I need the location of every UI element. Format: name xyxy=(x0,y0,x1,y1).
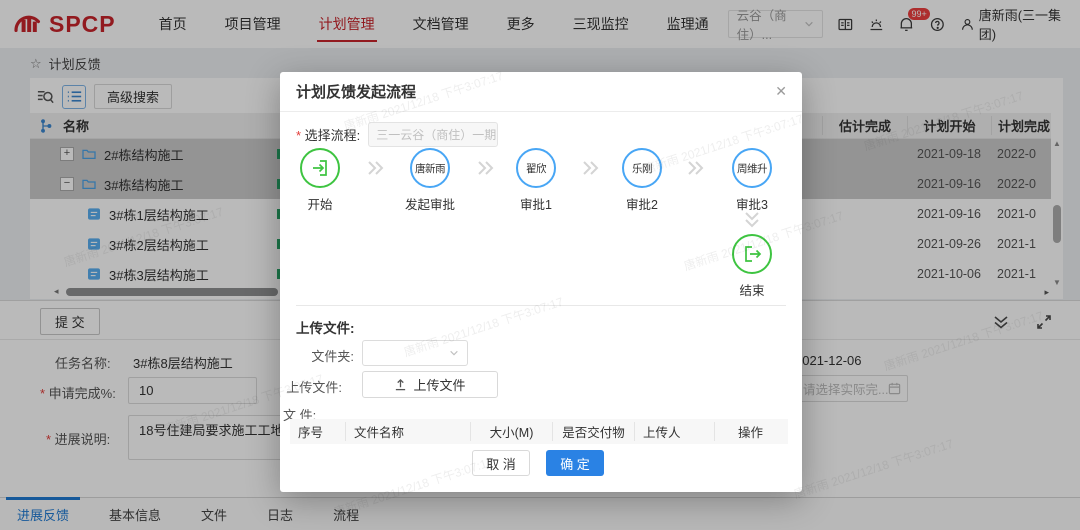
approver-name: 周维升 xyxy=(737,161,767,176)
upload-file-button[interactable]: 上传文件 xyxy=(362,371,498,398)
close-icon[interactable]: ✕ xyxy=(775,83,787,100)
step-label-start: 开始 xyxy=(290,194,350,213)
flow-approver-node[interactable]: 乐刚 xyxy=(622,148,662,188)
step-label-approve2: 审批2 xyxy=(612,194,672,213)
modal-header: 计划反馈发起流程 xyxy=(280,72,802,112)
file-col-actions: 操作 xyxy=(714,422,786,441)
modal-title: 计划反馈发起流程 xyxy=(296,81,416,102)
flow-end-node xyxy=(732,234,772,274)
step-label-initiate: 发起审批 xyxy=(400,194,460,213)
double-chevron-down-icon xyxy=(742,211,762,229)
approver-name: 翟欣 xyxy=(526,161,546,176)
folder-select[interactable] xyxy=(362,340,468,366)
file-col-uploader: 上传人 xyxy=(634,422,714,441)
double-chevron-right-icon xyxy=(685,158,705,178)
enter-icon xyxy=(310,158,330,178)
upload-file-label: 上传文件: xyxy=(280,377,342,396)
flow-select-value: 三一云谷（商住）一期.. xyxy=(376,126,498,143)
folder-label: 文件夹: xyxy=(292,346,354,365)
flow-approver-node[interactable]: 周维升 xyxy=(732,148,772,188)
approver-name: 乐刚 xyxy=(632,161,652,176)
file-col-name: 文件名称 xyxy=(345,422,470,441)
flow-select[interactable]: 三一云谷（商住）一期.. xyxy=(368,122,498,147)
flow-select-label: 选择流程: xyxy=(296,125,360,144)
upload-section-title: 上传文件: xyxy=(296,317,355,337)
file-col-index: 序号 xyxy=(290,422,345,441)
flow-approver-node[interactable]: 翟欣 xyxy=(516,148,556,188)
chevron-down-icon xyxy=(449,348,459,358)
step-label-approve1: 审批1 xyxy=(506,194,566,213)
approver-name: 唐新雨 xyxy=(415,161,445,176)
cancel-button[interactable]: 取 消 xyxy=(472,450,530,476)
confirm-button[interactable]: 确 定 xyxy=(546,450,604,476)
flow-select-row: 选择流程: 三一云谷（商住）一期.. xyxy=(296,122,498,147)
exit-icon xyxy=(742,244,762,264)
flow-start-node xyxy=(300,148,340,188)
file-table-header: 序号 文件名称 大小(M) 是否交付物 上传人 操作 xyxy=(290,419,788,444)
double-chevron-right-icon xyxy=(580,158,600,178)
file-col-size: 大小(M) xyxy=(470,422,552,441)
double-chevron-right-icon xyxy=(475,158,495,178)
divider xyxy=(296,305,786,306)
flow-approver-node[interactable]: 唐新雨 xyxy=(410,148,450,188)
upload-icon xyxy=(394,378,407,391)
double-chevron-right-icon xyxy=(365,158,385,178)
file-col-deliverable: 是否交付物 xyxy=(552,422,634,441)
plan-feedback-flow-modal: 计划反馈发起流程 ✕ 选择流程: 三一云谷（商住）一期.. 开始 唐新雨 发起审… xyxy=(280,72,802,492)
step-label-end: 结束 xyxy=(722,280,782,299)
